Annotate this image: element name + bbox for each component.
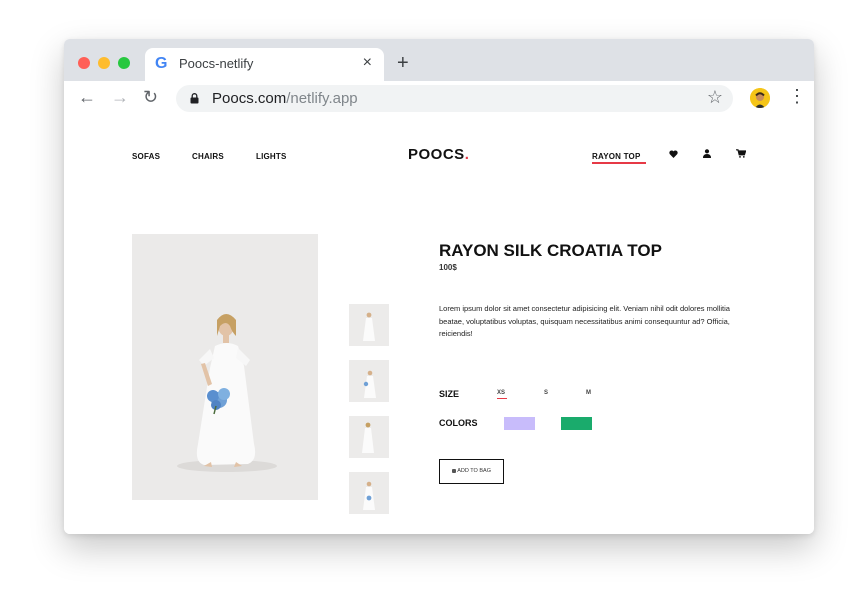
size-label: SIZE xyxy=(439,389,460,399)
thumbnail-photo xyxy=(349,304,389,346)
color-swatch-green[interactable] xyxy=(561,417,592,430)
size-option-xs[interactable]: XS xyxy=(497,390,505,396)
back-icon[interactable]: ← xyxy=(78,87,96,108)
avatar-face-icon xyxy=(750,88,770,108)
thumbnail-photo xyxy=(349,416,389,458)
selected-size-underline xyxy=(497,398,507,399)
profile-avatar[interactable] xyxy=(750,88,770,108)
product-price: 100$ xyxy=(439,263,457,272)
thumbnail-photo xyxy=(349,472,389,514)
browser-toolbar: ← → ↻ Poocs.com/netlify.app ☆ ⋮ xyxy=(64,81,814,116)
nav-link-chairs[interactable]: CHAIRS xyxy=(192,152,224,161)
close-tab-icon[interactable]: × xyxy=(363,54,372,72)
address-bar[interactable]: Poocs.com/netlify.app ☆ xyxy=(176,85,733,112)
heart-icon[interactable] xyxy=(669,150,678,158)
bookmark-star-icon[interactable]: ☆ xyxy=(707,87,723,108)
maximize-window-button[interactable] xyxy=(118,57,130,69)
colors-label: COLORS xyxy=(439,418,478,428)
product-thumbnail-4[interactable] xyxy=(349,472,389,514)
browser-tab[interactable]: G Poocs-netlify × xyxy=(145,48,384,81)
product-title: RAYON SILK CROATIA TOP xyxy=(439,241,662,260)
web-page: SOFAS CHAIRS LIGHTS POOCS. RAYON TOP RAY… xyxy=(64,116,814,534)
active-link-underline xyxy=(592,162,646,164)
product-main-image xyxy=(132,234,318,500)
bag-icon xyxy=(452,468,457,473)
nav-link-lights[interactable]: LIGHTS xyxy=(256,152,287,161)
thumbnail-photo xyxy=(349,360,389,402)
lock-icon xyxy=(190,93,199,104)
user-icon[interactable] xyxy=(703,149,711,158)
forward-icon[interactable]: → xyxy=(111,87,129,108)
tab-bar: G Poocs-netlify × + xyxy=(64,39,814,81)
url-text: Poocs.com/netlify.app xyxy=(212,90,358,107)
add-to-bag-button[interactable]: ADD TO BAG xyxy=(439,459,504,484)
product-thumbnail-3[interactable] xyxy=(349,416,389,458)
cart-icon[interactable] xyxy=(736,149,746,158)
product-thumbnail-1[interactable] xyxy=(349,304,389,346)
google-icon: G xyxy=(155,55,168,72)
menu-kebab-icon[interactable]: ⋮ xyxy=(788,86,806,107)
close-window-button[interactable] xyxy=(78,57,90,69)
browser-window: G Poocs-netlify × + ← → ↻ Poocs.com/netl… xyxy=(64,39,814,534)
tab-title: Poocs-netlify xyxy=(179,56,254,71)
nav-link-sofas[interactable]: SOFAS xyxy=(132,152,160,161)
new-tab-icon[interactable]: + xyxy=(397,52,409,75)
size-option-s[interactable]: S xyxy=(544,390,548,396)
reload-icon[interactable]: ↻ xyxy=(143,87,158,108)
site-logo[interactable]: POOCS. xyxy=(408,146,469,163)
product-thumbnail-2[interactable] xyxy=(349,360,389,402)
product-description: Lorem ipsum dolor sit amet consectetur a… xyxy=(439,304,730,338)
size-option-m[interactable]: M xyxy=(586,390,591,396)
minimize-window-button[interactable] xyxy=(98,57,110,69)
model-photo xyxy=(132,234,318,500)
nav-link-rayon-top[interactable]: RAYON TOP xyxy=(592,152,640,161)
color-swatch-lavender[interactable] xyxy=(504,417,535,430)
